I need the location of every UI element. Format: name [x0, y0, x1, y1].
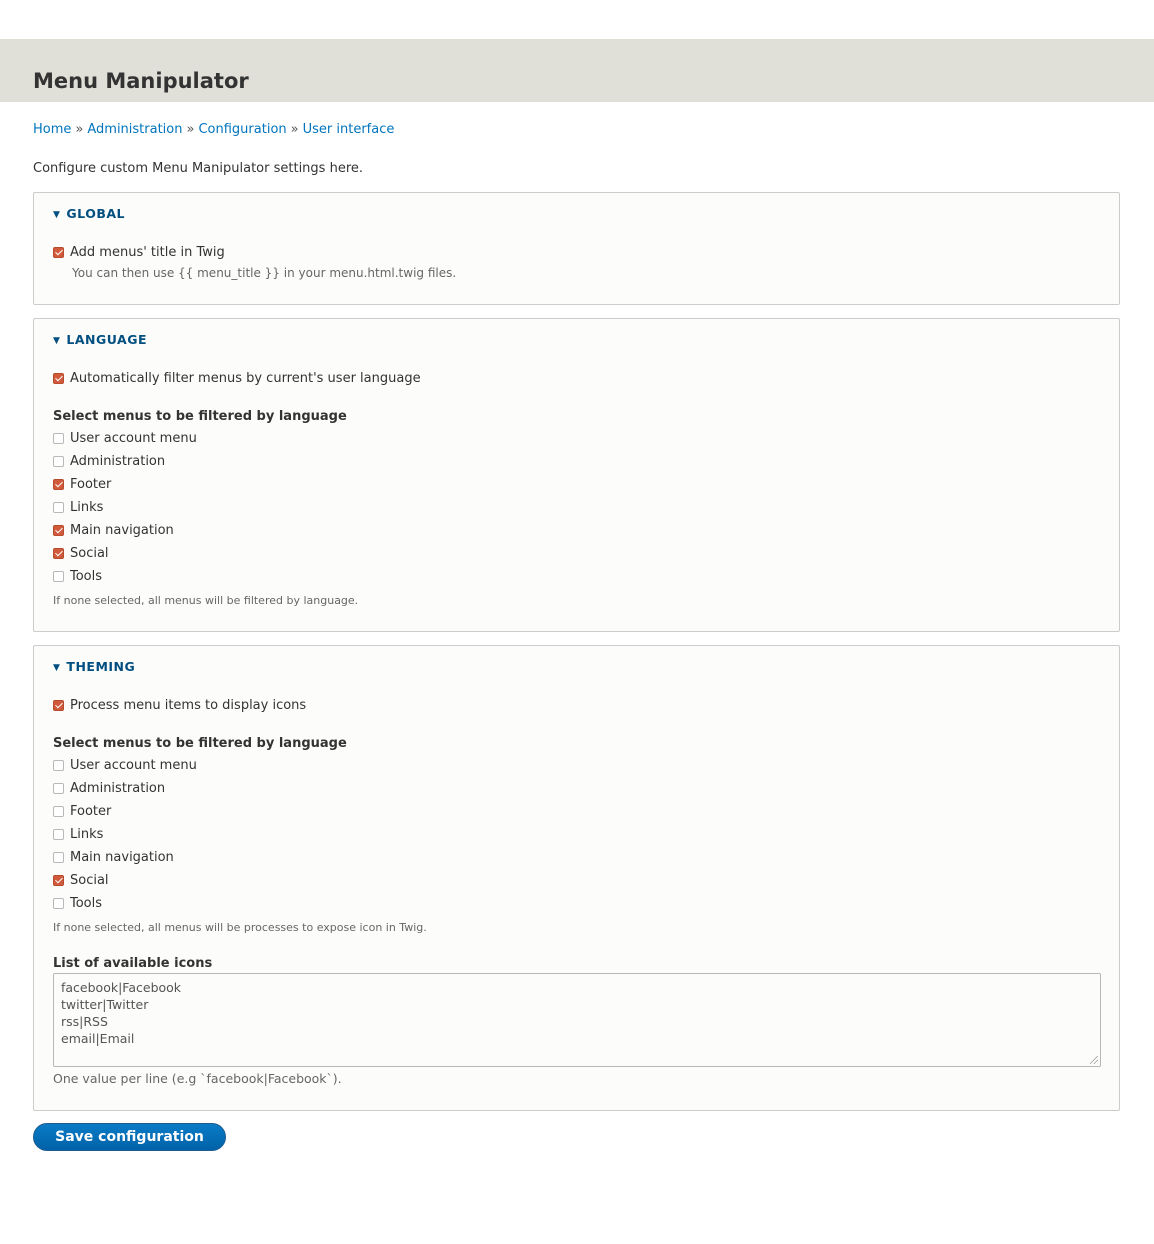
fieldset-global: ▼ GLOBAL Add menus' title in Twig You can…	[33, 192, 1120, 305]
option-label: Social	[70, 546, 109, 561]
option-label: Main navigation	[70, 523, 174, 538]
auto-filter-checkbox[interactable]	[53, 372, 64, 384]
fieldset-theming-toggle[interactable]: ▼ THEMING	[53, 659, 135, 677]
theming-menu-checkbox-links[interactable]	[53, 828, 64, 840]
language-menu-checkbox-social[interactable]	[53, 547, 64, 559]
option-label: Links	[70, 827, 104, 842]
fieldset-language: ▼ LANGUAGE Automatically filter menus by …	[33, 318, 1120, 632]
add-menu-title-label: Add menus' title in Twig	[70, 245, 225, 260]
caret-down-icon: ▼	[53, 336, 61, 346]
page-header: Menu Manipulator	[0, 39, 1154, 102]
save-configuration-button[interactable]: Save configuration	[33, 1123, 226, 1151]
language-menu-checkbox-user-account[interactable]	[53, 432, 64, 444]
theming-menu-checkbox-administration[interactable]	[53, 782, 64, 794]
theming-menu-checkbox-tools[interactable]	[53, 897, 64, 909]
theming-menu-checkbox-social[interactable]	[53, 874, 64, 886]
language-menu-checkbox-tools[interactable]	[53, 570, 64, 582]
caret-down-icon: ▼	[53, 663, 61, 673]
language-menus-group-label: Select menus to be filtered by language	[53, 409, 347, 424]
legend-label: GLOBAL	[66, 206, 125, 221]
theming-menu-option[interactable]: Administration	[53, 780, 165, 798]
language-menus-description: If none selected, all menus will be filt…	[53, 594, 359, 607]
theming-menus-description: If none selected, all menus will be proc…	[53, 921, 427, 934]
theming-menu-option[interactable]: Tools	[53, 895, 102, 913]
breadcrumb-configuration-link[interactable]: Configuration	[198, 122, 286, 137]
theming-menu-option[interactable]: Social	[53, 872, 109, 890]
theming-menu-option[interactable]: Main navigation	[53, 849, 174, 867]
option-label: User account menu	[70, 758, 197, 773]
legend-label: LANGUAGE	[66, 332, 148, 347]
fieldset-theming: ▼ THEMING Process menu items to display i…	[33, 645, 1120, 1111]
language-menu-option[interactable]: Administration	[53, 453, 165, 471]
option-label: Main navigation	[70, 850, 174, 865]
caret-down-icon: ▼	[53, 210, 61, 220]
option-label: Administration	[70, 781, 166, 796]
theming-menu-checkbox-footer[interactable]	[53, 805, 64, 817]
breadcrumb-user-interface-link[interactable]: User interface	[303, 122, 395, 137]
intro-text: Configure custom Menu Manipulator settin…	[33, 161, 364, 176]
language-menu-option[interactable]: Tools	[53, 568, 102, 586]
theming-menu-option[interactable]: Footer	[53, 803, 111, 821]
option-label: Footer	[70, 804, 112, 819]
option-label: Tools	[70, 569, 103, 584]
breadcrumb-separator: »	[186, 122, 195, 137]
icons-list-label: List of available icons	[53, 956, 213, 971]
auto-filter-checkbox-row[interactable]: Automatically filter menus by current's …	[53, 370, 421, 388]
language-menu-option[interactable]: Links	[53, 499, 103, 517]
theming-menu-checkbox-user-account[interactable]	[53, 759, 64, 771]
icons-list-description: One value per line (e.g `facebook|Facebo…	[53, 1071, 342, 1086]
language-menu-option[interactable]: Social	[53, 545, 109, 563]
option-label: Tools	[70, 896, 103, 911]
process-icons-label: Process menu items to display icons	[70, 698, 307, 713]
add-menu-title-checkbox-row[interactable]: Add menus' title in Twig	[53, 244, 225, 262]
option-label: Footer	[70, 477, 112, 492]
auto-filter-label: Automatically filter menus by current's …	[70, 371, 421, 386]
breadcrumb-home-link[interactable]: Home	[33, 122, 71, 137]
resize-handle-icon[interactable]	[1090, 1056, 1098, 1064]
fieldset-language-toggle[interactable]: ▼ LANGUAGE	[53, 332, 147, 350]
language-menu-option[interactable]: Footer	[53, 476, 111, 494]
fieldset-global-toggle[interactable]: ▼ GLOBAL	[53, 206, 125, 224]
theming-menu-option[interactable]: User account menu	[53, 757, 197, 775]
page-title: Menu Manipulator	[33, 69, 249, 93]
process-icons-checkbox[interactable]	[53, 699, 64, 711]
theming-menus-group-label: Select menus to be filtered by language	[53, 736, 347, 751]
theming-menu-option[interactable]: Links	[53, 826, 103, 844]
language-menu-checkbox-footer[interactable]	[53, 478, 64, 490]
process-icons-checkbox-row[interactable]: Process menu items to display icons	[53, 697, 306, 715]
add-menu-title-description: You can then use {{ menu_title }} in you…	[72, 266, 457, 280]
icons-list-textarea[interactable]: facebook|Facebook twitter|Twitter rss|RS…	[53, 973, 1101, 1067]
icons-list-value: facebook|Facebook twitter|Twitter rss|RS…	[61, 980, 182, 1046]
language-menu-checkbox-administration[interactable]	[53, 455, 64, 467]
add-menu-title-checkbox[interactable]	[53, 246, 64, 258]
legend-label: THEMING	[66, 659, 136, 674]
theming-menu-checkbox-main-navigation[interactable]	[53, 851, 64, 863]
breadcrumb: Home» Administration» Configuration» User i…	[33, 121, 394, 138]
language-menu-checkbox-links[interactable]	[53, 501, 64, 513]
breadcrumb-administration-link[interactable]: Administration	[87, 122, 182, 137]
option-label: Administration	[70, 454, 166, 469]
option-label: Social	[70, 873, 109, 888]
language-menu-checkbox-main-navigation[interactable]	[53, 524, 64, 536]
option-label: Links	[70, 500, 104, 515]
option-label: User account menu	[70, 431, 197, 446]
language-menu-option[interactable]: User account menu	[53, 430, 197, 448]
breadcrumb-separator: »	[290, 122, 299, 137]
language-menu-option[interactable]: Main navigation	[53, 522, 174, 540]
breadcrumb-separator: »	[75, 122, 84, 137]
